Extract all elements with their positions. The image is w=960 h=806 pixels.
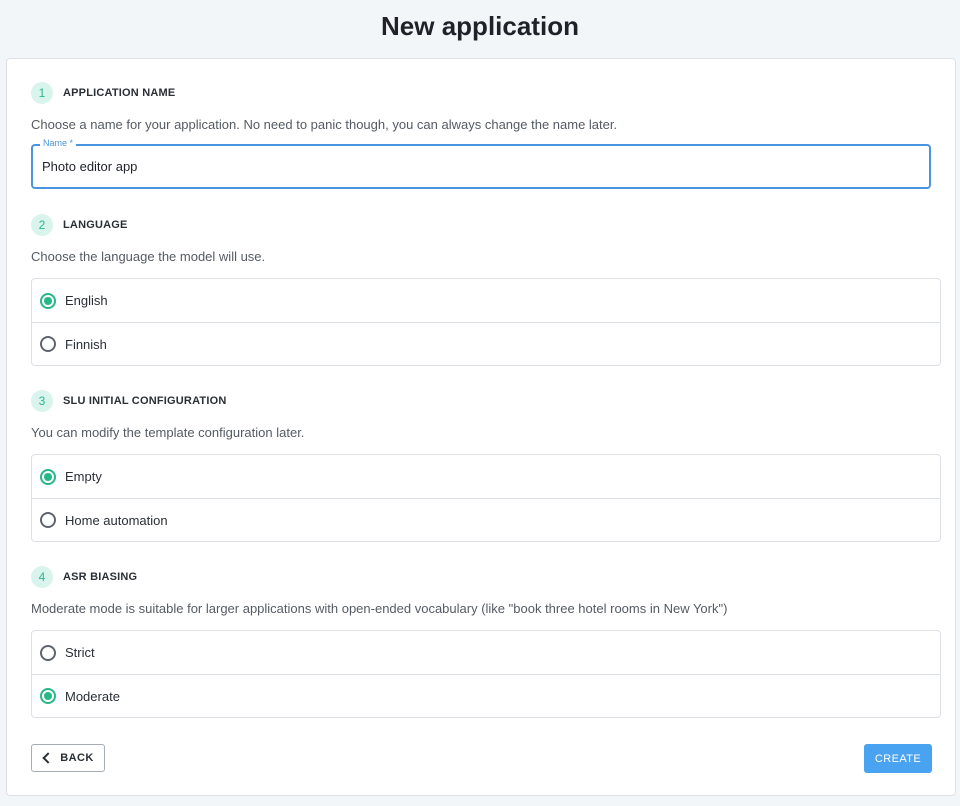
radio-option-empty[interactable]: Empty <box>32 455 940 498</box>
section-description: Moderate mode is suitable for larger app… <box>31 601 728 616</box>
back-button-label: BACK <box>60 752 94 764</box>
radio-unchecked-icon[interactable] <box>40 512 56 528</box>
create-button[interactable]: CREATE <box>864 744 932 773</box>
section-application-name: 1 APPLICATION NAME Choose a name for you… <box>31 81 931 189</box>
radio-option-english[interactable]: English <box>32 279 940 322</box>
option-label: Finnish <box>65 336 107 352</box>
step-number-badge: 2 <box>31 214 53 236</box>
section-slu-configuration: 3 SLU INITIAL CONFIGURATION You can modi… <box>31 389 941 542</box>
option-label: Home automation <box>65 512 168 528</box>
radio-option-home-automation[interactable]: Home automation <box>32 498 940 541</box>
step-number-badge: 1 <box>31 82 53 104</box>
page-title: New application <box>381 11 579 41</box>
asr-biasing-radio-group: Strict Moderate <box>31 630 941 718</box>
back-button[interactable]: BACK <box>31 744 105 772</box>
option-label: Empty <box>65 469 102 484</box>
section-asr-biasing: 4 ASR BIASING Moderate mode is suitable … <box>31 565 941 718</box>
radio-unchecked-icon[interactable] <box>40 644 56 661</box>
section-title: SLU INITIAL CONFIGURATION <box>63 395 227 407</box>
radio-option-finnish[interactable]: Finnish <box>32 322 940 365</box>
section-language: 2 LANGUAGE Choose the language the model… <box>31 213 941 366</box>
radio-option-moderate[interactable]: Moderate <box>32 674 940 717</box>
option-label: Strict <box>65 645 95 660</box>
option-label: Moderate <box>65 688 120 704</box>
section-description: You can modify the template configuratio… <box>31 425 305 440</box>
section-description: Choose the language the model will use. <box>31 249 266 264</box>
language-radio-group: English Finnish <box>31 278 941 366</box>
radio-checked-icon[interactable] <box>40 688 56 704</box>
chevron-left-icon <box>42 752 54 764</box>
section-description: Choose a name for your application. No n… <box>31 117 618 132</box>
radio-option-strict[interactable]: Strict <box>32 631 940 674</box>
slu-config-radio-group: Empty Home automation <box>31 454 941 542</box>
step-number-badge: 3 <box>31 390 53 412</box>
radio-checked-icon[interactable] <box>40 292 56 309</box>
radio-unchecked-icon[interactable] <box>40 336 56 352</box>
step-number-badge: 4 <box>31 566 53 588</box>
section-title: LANGUAGE <box>63 219 128 231</box>
name-field[interactable]: Name * <box>31 138 931 189</box>
name-input[interactable] <box>42 146 922 187</box>
radio-checked-icon[interactable] <box>40 468 56 485</box>
new-application-form: 1 APPLICATION NAME Choose a name for you… <box>6 58 956 796</box>
option-label: English <box>65 293 108 308</box>
section-title: APPLICATION NAME <box>63 87 176 99</box>
section-title: ASR BIASING <box>63 571 138 583</box>
